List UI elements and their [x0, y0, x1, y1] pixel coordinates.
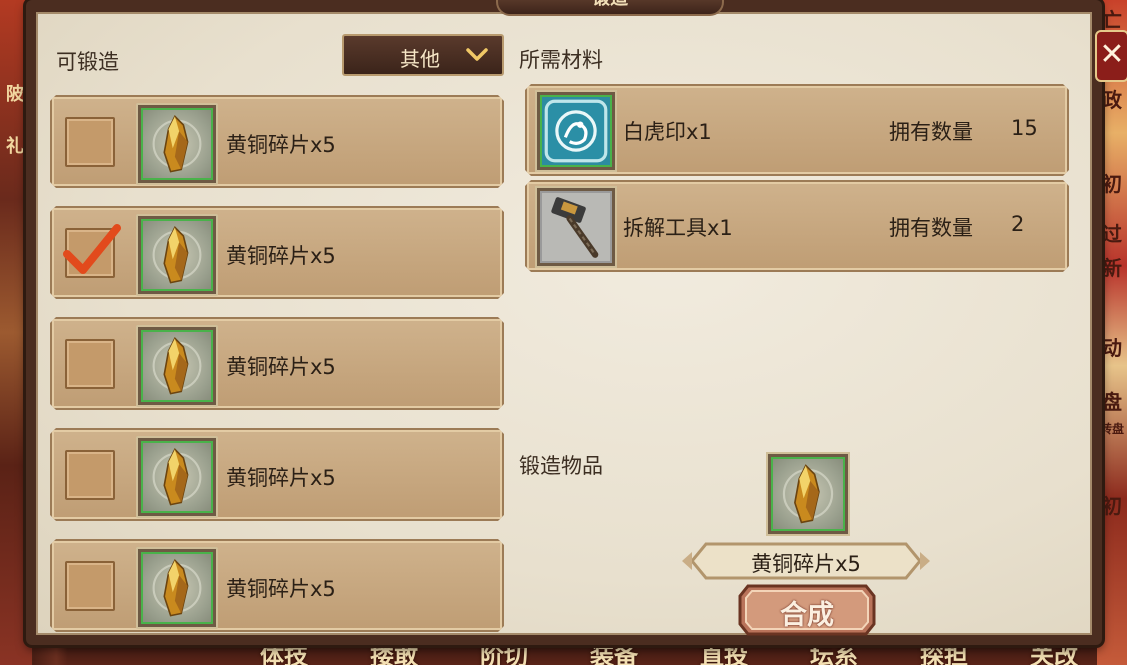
- bronze-shard-icon: [143, 110, 211, 178]
- category-filter-dropdown[interactable]: 其他: [342, 34, 504, 76]
- recipe-row[interactable]: 黄铜碎片x5: [50, 317, 504, 410]
- material-row: 拆解工具x1 拥有数量 2: [525, 180, 1069, 272]
- right-side-text: 动: [1102, 336, 1122, 360]
- material-slot[interactable]: [535, 90, 617, 172]
- filter-selected-label: 其他: [400, 47, 440, 71]
- owned-quantity-value: 15: [1011, 116, 1038, 140]
- right-side-text: 盘: [1102, 390, 1122, 414]
- recipe-row[interactable]: 黄铜碎片x5: [50, 95, 504, 188]
- craftable-label: 可锻造: [56, 50, 119, 74]
- recipe-checkbox[interactable]: [65, 450, 115, 500]
- recipe-item-slot[interactable]: [136, 436, 218, 518]
- recipe-item-slot[interactable]: [136, 325, 218, 407]
- left-side-text-2: 礼: [6, 136, 24, 157]
- recipe-checkbox[interactable]: [65, 339, 115, 389]
- right-side-text: 过: [1102, 222, 1122, 246]
- white-tiger-seal-icon: [542, 97, 610, 165]
- recipe-row[interactable]: 黄铜碎片x5: [50, 206, 504, 299]
- right-side-text: 政: [1102, 88, 1122, 112]
- recipe-row[interactable]: 黄铜碎片x5: [50, 539, 504, 632]
- bronze-shard-icon: [143, 443, 211, 511]
- recipe-checkbox[interactable]: [65, 561, 115, 611]
- output-name-plate: 黄铜碎片x5: [680, 540, 932, 582]
- recipe-item-slot[interactable]: [136, 214, 218, 296]
- left-side-text-1: 陂: [6, 84, 24, 105]
- owned-quantity-label: 拥有数量: [889, 216, 973, 240]
- recipe-list: 黄铜碎片x5 黄铜碎片x5 黄铜碎片x5 黄铜碎片x5 黄铜碎片x5: [50, 95, 504, 650]
- bronze-shard-icon: [143, 554, 211, 622]
- material-name: 拆解工具x1: [623, 216, 733, 240]
- right-side-text: 初: [1102, 172, 1122, 196]
- craft-button[interactable]: 合成: [738, 584, 876, 636]
- recipe-name: 黄铜碎片x5: [226, 244, 336, 268]
- recipe-checkbox[interactable]: [65, 117, 115, 167]
- recipe-row[interactable]: 黄铜碎片x5: [50, 428, 504, 521]
- right-side-text: 转盘: [1099, 422, 1124, 436]
- owned-quantity-label: 拥有数量: [889, 120, 973, 144]
- hammer-tool-icon: [542, 193, 610, 261]
- dialog-title: 锻造: [496, 0, 724, 16]
- right-side-text: 初: [1102, 494, 1122, 518]
- materials-list: 白虎印x1 拥有数量 15 拆解工具x1 拥有数量 2: [525, 84, 1069, 276]
- recipe-item-slot[interactable]: [136, 103, 218, 185]
- output-item-name: 黄铜碎片x5: [751, 552, 861, 576]
- right-side-text: 新: [1102, 256, 1122, 280]
- recipe-name: 黄铜碎片x5: [226, 355, 336, 379]
- forge-item-label: 锻造物品: [519, 454, 603, 478]
- bronze-shard-icon: [143, 332, 211, 400]
- owned-quantity-value: 2: [1011, 212, 1025, 236]
- close-icon: ✕: [1099, 37, 1125, 72]
- recipe-name: 黄铜碎片x5: [226, 577, 336, 601]
- recipe-name: 黄铜碎片x5: [226, 466, 336, 490]
- right-side-text: 亡: [1102, 8, 1122, 32]
- output-item-slot[interactable]: [766, 452, 850, 536]
- material-slot[interactable]: [535, 186, 617, 268]
- recipe-item-slot[interactable]: [136, 547, 218, 629]
- checkmark-icon: [61, 220, 121, 276]
- bronze-shard-icon: [143, 221, 211, 289]
- close-button[interactable]: ✕: [1095, 30, 1127, 82]
- material-row: 白虎印x1 拥有数量 15: [525, 84, 1069, 176]
- bronze-shard-icon: [782, 464, 834, 524]
- recipe-checkbox[interactable]: [65, 228, 115, 278]
- craft-button-label: 合成: [780, 600, 834, 631]
- chevron-down-icon: [466, 48, 488, 61]
- material-name: 白虎印x1: [623, 120, 712, 144]
- required-materials-label: 所需材料: [519, 48, 603, 72]
- recipe-name: 黄铜碎片x5: [226, 133, 336, 157]
